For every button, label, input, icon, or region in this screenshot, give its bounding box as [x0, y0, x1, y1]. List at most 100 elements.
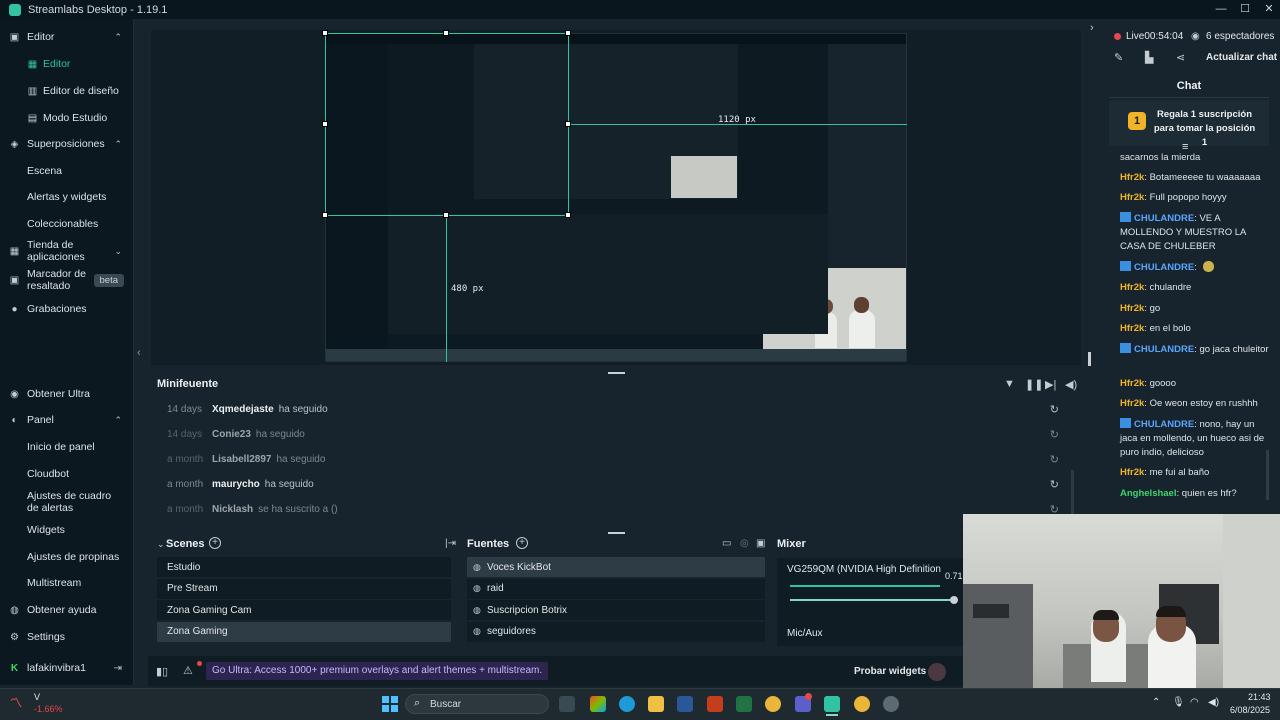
volume-icon[interactable]: ◀)	[1065, 378, 1077, 391]
sidebar-item-settings[interactable]: ⚙ Settings	[0, 630, 134, 644]
scene-item[interactable]: Pre Stream	[157, 578, 451, 599]
sidebar-item-cloudbot[interactable]: Cloudbot	[0, 467, 134, 481]
sidebar-section-panel[interactable]: ◐ Panel ⌃	[0, 413, 134, 427]
excel-icon[interactable]	[736, 696, 752, 712]
word-icon[interactable]	[677, 696, 693, 712]
sidebar-item-studio-mode[interactable]: ▤ Modo Estudio	[0, 111, 134, 125]
ultra-promo-banner[interactable]: Go Ultra: Access 1000+ premium overlays …	[206, 662, 549, 680]
settings-taskbar-icon[interactable]	[883, 696, 899, 712]
microphone-icon[interactable]: 🎙	[1172, 697, 1185, 708]
event-user[interactable]: Lisabell2897	[212, 454, 271, 465]
minifeed-scrollbar[interactable]	[1071, 470, 1074, 516]
mixer-slider-handle[interactable]	[950, 596, 958, 604]
file-explorer-icon[interactable]	[648, 696, 664, 712]
chrome-icon[interactable]	[765, 696, 781, 712]
sidebar-item-editor[interactable]: ▦ Editor	[0, 57, 134, 71]
event-user[interactable]: maurycho	[212, 479, 260, 490]
sidebar-item-get-ultra[interactable]: ◉ Obtener Ultra	[0, 387, 134, 401]
sidebar-item-panel-home[interactable]: Inicio de panel	[0, 440, 134, 454]
chat-nick[interactable]: Hfr2k	[1120, 192, 1144, 203]
preview-scrollbar[interactable]	[1088, 352, 1091, 366]
scene-item[interactable]: Zona Gaming Cam	[157, 600, 451, 620]
chevron-down-icon[interactable]: ⌄	[157, 539, 165, 550]
preview-source-capture[interactable]	[325, 33, 907, 362]
sidebar-item-scene[interactable]: Escena	[0, 164, 134, 178]
event-user[interactable]: Conie23	[212, 429, 251, 440]
task-view-icon[interactable]	[559, 696, 575, 712]
tray-chevron-icon[interactable]: ⌃	[1152, 697, 1160, 708]
sidebar-item-help[interactable]: ◍ Obtener ayuda	[0, 603, 134, 617]
minimize-button[interactable]: —	[1210, 0, 1232, 19]
volume-tray-icon[interactable]: ◀)	[1208, 697, 1219, 708]
repeat-alert-icon[interactable]: ↻	[1050, 403, 1059, 416]
chevron-right-icon[interactable]: ›	[1090, 22, 1094, 34]
share-icon[interactable]: ⋖	[1176, 51, 1185, 64]
source-lock-icon[interactable]: ◎	[740, 538, 749, 549]
edit-stream-icon[interactable]: ✎	[1114, 51, 1123, 64]
chat-nick[interactable]: CHULANDRE	[1134, 419, 1194, 430]
edge-icon[interactable]	[619, 696, 635, 712]
stats-icon[interactable]: ▮▯	[156, 665, 168, 678]
repeat-alert-icon[interactable]: ↻	[1050, 453, 1059, 466]
powerpoint-icon[interactable]	[707, 696, 723, 712]
chat-nick[interactable]: CHULANDRE	[1134, 262, 1194, 273]
record-button[interactable]	[928, 663, 946, 681]
sidebar-item-alertbox-settings[interactable]: Ajustes de cuadro de alertas	[0, 489, 134, 515]
scene-item[interactable]: Estudio	[157, 557, 451, 577]
chat-nick[interactable]: Hfr2k	[1120, 303, 1144, 314]
windows-start-icon[interactable]	[382, 696, 398, 712]
source-item[interactable]: ◍ seguidores	[467, 621, 765, 642]
sidebar-user[interactable]: K lafakinvibra1 ⇥	[0, 661, 134, 675]
resize-handle[interactable]	[443, 30, 449, 36]
add-source-icon[interactable]: +	[516, 537, 528, 549]
source-folder-icon[interactable]: ▭	[722, 538, 731, 549]
refresh-chat-button[interactable]: Actualizar chat	[1206, 52, 1277, 63]
event-user[interactable]: Nicklash	[212, 504, 253, 515]
sidebar-item-recordings[interactable]: ● Grabaciones	[0, 302, 134, 316]
chat-nick[interactable]: Hfr2k	[1120, 378, 1144, 389]
stock-chart-icon[interactable]: 〽	[10, 694, 32, 710]
maximize-button[interactable]: ☐	[1234, 0, 1256, 19]
sidebar-section-overlays[interactable]: ◈ Superposiciones ⌃	[0, 137, 134, 151]
resize-handle[interactable]	[443, 212, 449, 218]
dashboard-icon[interactable]: ▙	[1145, 51, 1153, 64]
sidebar-section-editor[interactable]: ▣ Editor ⌃	[0, 30, 134, 44]
resize-handle[interactable]	[322, 30, 328, 36]
collapse-sidebar-icon[interactable]: ‹	[137, 347, 141, 359]
scene-item[interactable]: Zona Gaming	[157, 621, 451, 642]
chat-nick[interactable]: CHULANDRE	[1134, 344, 1194, 355]
sidebar-item-highlighter[interactable]: ▣ Marcador de resaltado beta	[0, 268, 134, 292]
logout-icon[interactable]: ⇥	[114, 663, 122, 674]
source-item[interactable]: ◍ Voces KickBot	[467, 557, 765, 577]
source-item[interactable]: ◍ raid	[467, 578, 765, 599]
resize-handle[interactable]	[322, 121, 328, 127]
resize-handle[interactable]	[565, 212, 571, 218]
test-widgets-button[interactable]: Probar widgets	[854, 666, 926, 677]
sidebar-section-app-store[interactable]: ▦ Tienda de aplicaciones ⌄	[0, 239, 134, 263]
chat-nick[interactable]: Hfr2k	[1120, 467, 1144, 478]
resize-handle[interactable]	[565, 121, 571, 127]
close-button[interactable]: ✕	[1258, 0, 1280, 19]
resize-handle[interactable]	[565, 30, 571, 36]
repeat-alert-icon[interactable]: ↻	[1050, 428, 1059, 441]
chat-nick[interactable]: Hfr2k	[1120, 323, 1144, 334]
pause-icon[interactable]: ❚❚	[1025, 378, 1043, 391]
sidebar-item-layout-editor[interactable]: ▥ Editor de diseño	[0, 84, 134, 98]
sidebar-item-collectibles[interactable]: Coleccionables	[0, 217, 134, 231]
repeat-alert-icon[interactable]: ↻	[1050, 478, 1059, 491]
resize-handle[interactable]	[322, 212, 328, 218]
taskbar-search[interactable]	[405, 694, 549, 714]
sidebar-item-alerts-widgets[interactable]: Alertas y widgets	[0, 190, 134, 204]
sidebar-item-widgets[interactable]: Widgets	[0, 523, 134, 537]
wifi-icon[interactable]: ◠	[1190, 697, 1199, 708]
source-group-icon[interactable]: ▣	[756, 538, 765, 549]
copilot-icon[interactable]	[590, 696, 606, 712]
source-item[interactable]: ◍ Suscripcion Botrix	[467, 600, 765, 620]
chat-nick[interactable]: Hfr2k	[1120, 398, 1144, 409]
filter-icon[interactable]: ▼	[1004, 378, 1015, 390]
chat-scrollbar[interactable]	[1266, 450, 1269, 500]
alert-icon[interactable]: ⚠	[183, 664, 193, 677]
add-scene-icon[interactable]: +	[209, 537, 221, 549]
chrome-profile-icon[interactable]	[854, 696, 870, 712]
resize-grip[interactable]	[608, 372, 625, 374]
